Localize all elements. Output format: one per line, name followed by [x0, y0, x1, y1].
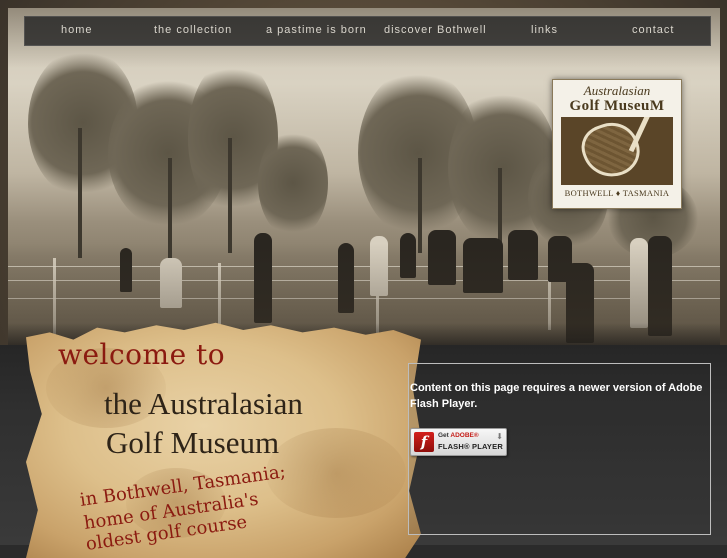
nav-home[interactable]: home — [61, 24, 93, 36]
golf-club-icon — [561, 117, 673, 185]
nav-links[interactable]: links — [531, 24, 558, 36]
logo-line-australasian: Australasian — [583, 83, 651, 98]
welcome-heading: welcome to — [58, 338, 226, 371]
logo-line-golf-museum: Golf MuseuM — [569, 98, 665, 114]
photo-tree — [258, 128, 328, 238]
golf-club-head — [575, 117, 647, 185]
flash-button-get-text: Get — [438, 432, 449, 439]
flash-player-icon: f — [414, 432, 434, 452]
nav-the-collection[interactable]: the collection — [154, 24, 232, 36]
museum-title-line1: the Australasian — [104, 386, 303, 421]
parchment-stain — [266, 428, 406, 518]
download-arrow-icon: ⬇ — [496, 432, 503, 441]
photo-tree-trunk — [228, 138, 232, 253]
flash-content-box: Content on this page requires a newer ve… — [408, 363, 711, 535]
nav-a-pastime-is-born[interactable]: a pastime is born — [266, 24, 367, 36]
museum-title-line2: Golf Museum — [106, 425, 280, 460]
get-flash-player-button[interactable]: f Get ADOBE® FLASH® PLAYER ⬇ — [410, 428, 507, 456]
flash-required-message: Content on this page requires a newer ve… — [410, 382, 703, 410]
photo-tree-trunk — [418, 158, 422, 253]
nav-contact[interactable]: contact — [632, 24, 674, 36]
photo-tree-trunk — [78, 128, 82, 258]
logo-line-location: BOTHWELL ♦ TASMANIA — [564, 188, 670, 198]
flash-button-adobe-text: ADOBE® — [450, 432, 479, 439]
main-nav: home the collection a pastime is born di… — [24, 16, 711, 46]
flash-button-product: FLASH® PLAYER — [438, 442, 503, 451]
nav-discover-bothwell[interactable]: discover Bothwell — [384, 24, 487, 36]
museum-logo[interactable]: Australasian Golf MuseuM BOTHWELL ♦ TASM… — [552, 79, 682, 209]
flash-button-get: Get ADOBE® — [438, 432, 479, 439]
